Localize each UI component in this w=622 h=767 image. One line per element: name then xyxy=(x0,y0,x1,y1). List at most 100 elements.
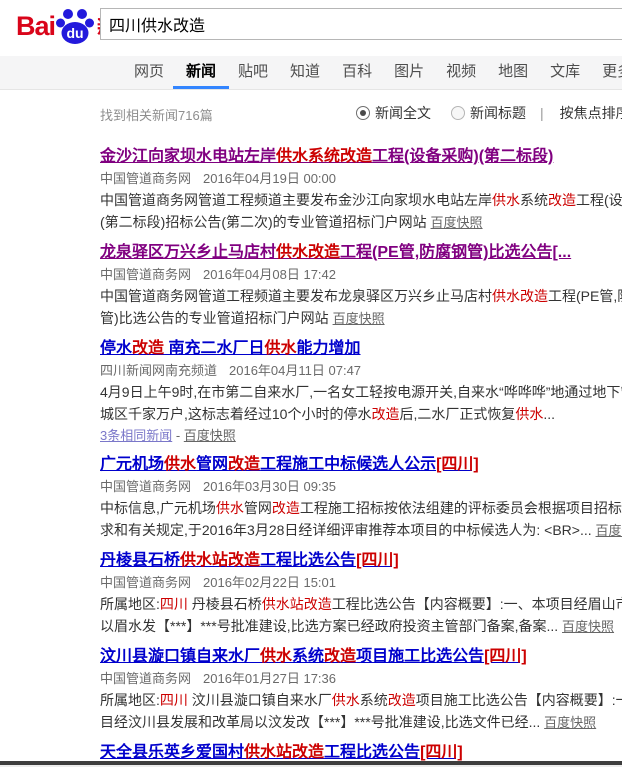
title-text: 停水 xyxy=(100,340,132,357)
highlight-term: 供水 xyxy=(264,340,296,357)
title-text: 工程(设备采购)(第二标段) xyxy=(372,148,553,165)
nav-tab-3[interactable]: 贴吧 xyxy=(238,56,268,89)
result-meta: 中国管道商务网2016年04月08日 17:42 xyxy=(100,265,622,284)
filter-separator: | xyxy=(540,105,544,121)
nav-tab-7[interactable]: 视频 xyxy=(446,56,476,89)
highlight-term: [四川] xyxy=(484,648,527,665)
logo-bai-text: Bai xyxy=(16,11,55,42)
nav-tab-10[interactable]: 更多 xyxy=(602,56,622,89)
result-title-link[interactable]: 天全县乐英乡爱国村供水站改造工程比选公告[四川] xyxy=(100,742,622,763)
snippet-text: 汶川县漩口镇自来水厂 xyxy=(188,692,332,708)
baidu-snapshot-link[interactable]: 百度快照 xyxy=(544,715,596,730)
result-title-link[interactable]: 广元机场供水管网改造工程施工中标候选人公示[四川] xyxy=(100,454,622,475)
radio-title-label[interactable]: 新闻标题 xyxy=(470,103,526,123)
separator-dash: - xyxy=(172,428,184,443)
snippet-text: 所属地区: xyxy=(100,596,160,612)
sort-by-focus-link[interactable]: 按焦点排序 xyxy=(560,103,622,123)
title-text: 项目施工比选公告 xyxy=(356,648,484,665)
radio-title-icon[interactable] xyxy=(451,106,465,120)
result-snippet-line: 中国管道商务网管道工程频道主要发布龙泉驿区万兴乡止马店村供水改造工程(PE管,防… xyxy=(100,285,622,307)
results-list: 金沙江向家坝水电站左岸供水系统改造工程(设备采购)(第二标段)中国管道商务网20… xyxy=(100,146,622,767)
baidu-snapshot-link[interactable]: 百度快照 xyxy=(333,311,385,326)
result-date: 2016年01月27日 17:36 xyxy=(203,671,336,686)
result-source: 中国管道商务网 xyxy=(100,171,191,186)
highlight-term: 供水 xyxy=(492,192,520,208)
snippet-text: 所属地区: xyxy=(100,692,160,708)
highlight-term: 供水 xyxy=(260,648,292,665)
highlight-term: 供水站 xyxy=(244,744,292,761)
nav-tab-9[interactable]: 文库 xyxy=(550,56,580,89)
result-snippet-line: 以眉水发【***】***号批准建设,比选方案已经政府投资主管部门备案,备案...… xyxy=(100,615,622,638)
nav-tab-6[interactable]: 图片 xyxy=(394,56,424,89)
nav-tabs: 网页新闻贴吧知道百科图片视频地图文库更多 xyxy=(0,56,622,89)
snippet-text: ... xyxy=(543,406,555,422)
snippet-text: 以眉水发【***】***号批准建设,比选方案已经政府投资主管部门备案,备案... xyxy=(100,618,562,634)
baidu-snapshot-link[interactable]: 百度快照 xyxy=(184,428,236,443)
title-text: 丹棱县石桥 xyxy=(100,552,180,569)
search-input[interactable] xyxy=(100,8,622,40)
title-text: 天全县乐英乡爱国村 xyxy=(100,744,244,761)
baidu-paw-icon: du xyxy=(55,6,95,46)
highlight-term: [四川] xyxy=(356,552,399,569)
nav-tab-8[interactable]: 地图 xyxy=(498,56,528,89)
title-text: 能力增加 xyxy=(297,340,361,357)
snippet-text: 管网 xyxy=(244,500,272,516)
highlight-term: 改造 xyxy=(324,648,356,665)
snippet-text: 后,二水厂正式恢复 xyxy=(399,406,515,422)
baidu-snapshot-link[interactable]: 百度快照 xyxy=(431,215,483,230)
highlight-term: 供水 xyxy=(216,500,244,516)
result-title-link[interactable]: 金沙江向家坝水电站左岸供水系统改造工程(设备采购)(第二标段) xyxy=(100,146,622,167)
result-snippet-line: 4月9日上午9时,在市第二自来水厂,一名女工轻按电源开关,自来水“哗哗哗”地通过… xyxy=(100,381,622,403)
title-text: 工程比选公告 xyxy=(324,744,420,761)
result-source: 中国管道商务网 xyxy=(100,479,191,494)
highlight-term: 供水 xyxy=(515,406,543,422)
snippet-text: 工程(设备采 xyxy=(576,192,622,208)
nav-tab-4[interactable]: 知道 xyxy=(290,56,320,89)
result-links-line: 3条相同新闻 - 百度快照 xyxy=(100,425,622,446)
result-snippet-line: 管)比选公告的专业管道招标门户网站 百度快照 xyxy=(100,307,622,330)
snippet-text: 求和有关规定,于2016年3月28日经详细评审推荐本项目的中标候选人为: <BR… xyxy=(100,522,596,538)
highlight-term: 供水 xyxy=(164,456,196,473)
snippet-text: 城区千家万户,这标志着经过10个小时的停水 xyxy=(100,406,371,422)
snippet-text: 管)比选公告的专业管道招标门户网站 xyxy=(100,310,333,326)
title-text: 汶川县漩口镇自来水厂 xyxy=(100,648,260,665)
result-source: 四川新闻网南充频道 xyxy=(100,363,217,378)
snippet-text: 项目施工比选公告【内容概要】:一、 xyxy=(416,692,622,708)
result-meta: 中国管道商务网2016年02月22日 15:01 xyxy=(100,573,622,592)
snippet-text: 中国管道商务网管道工程频道主要发布龙泉驿区万兴乡止马店村 xyxy=(100,288,492,304)
result-meta: 中国管道商务网2016年03月30日 09:35 xyxy=(100,477,622,496)
same-news-link[interactable]: 3条相同新闻 xyxy=(100,428,172,443)
radio-fulltext-label[interactable]: 新闻全文 xyxy=(375,103,431,123)
snippet-text: 工程比选公告【内容概要】:一、本项目经眉山市水 xyxy=(332,596,622,612)
highlight-term: [四川] xyxy=(420,744,463,761)
baidu-snapshot-link[interactable]: 百度快照 xyxy=(596,523,622,538)
baidu-news-search-page: Bai du 新闻 网页新闻贴吧知道百科图片视频地图文库更多 找到相关新闻716… xyxy=(0,0,622,767)
result-item: 停水改造 南充二水厂日供水能力增加四川新闻网南充频道2016年04月11日 07… xyxy=(100,338,622,446)
title-text: 系统 xyxy=(292,648,324,665)
title-text: 金沙江向家坝水电站左岸 xyxy=(100,148,276,165)
highlight-term: 供水站 xyxy=(180,552,228,569)
result-title-link[interactable]: 停水改造 南充二水厂日供水能力增加 xyxy=(100,338,622,359)
result-title-link[interactable]: 汶川县漩口镇自来水厂供水系统改造项目施工比选公告[四川] xyxy=(100,646,622,667)
highlight-term: 改造 xyxy=(228,552,260,569)
nav-tab-1[interactable]: 网页 xyxy=(134,56,164,89)
highlight-term: 供水改造 xyxy=(276,244,340,261)
snippet-text: 4月9日上午9时,在市第二自来水厂,一名女工轻按电源开关,自来水“哗哗哗”地通过… xyxy=(100,384,622,400)
result-item: 金沙江向家坝水电站左岸供水系统改造工程(设备采购)(第二标段)中国管道商务网20… xyxy=(100,146,622,234)
result-title-link[interactable]: 龙泉驿区万兴乡止马店村供水改造工程(PE管,防腐钢管)比选公告[... xyxy=(100,242,622,263)
result-snippet-line: 目经汶川县发展和改革局以汶发改【***】***号批准建设,比选文件已经... 百… xyxy=(100,711,622,734)
nav-bar: 网页新闻贴吧知道百科图片视频地图文库更多 xyxy=(0,56,622,90)
snippet-text: (第二标段)招标公告(第二次)的专业管道招标门户网站 xyxy=(100,214,431,230)
nav-tab-5[interactable]: 百科 xyxy=(342,56,372,89)
highlight-term: 供水改造 xyxy=(492,288,548,304)
result-snippet-line: 所属地区:四川 丹棱县石桥供水站改造工程比选公告【内容概要】:一、本项目经眉山市… xyxy=(100,593,622,615)
result-title-link[interactable]: 丹棱县石桥供水站改造工程比选公告[四川] xyxy=(100,550,622,571)
snippet-text: 工程(PE管,防腐钢 xyxy=(548,288,622,304)
highlight-term: 改造 xyxy=(340,148,372,165)
result-source: 中国管道商务网 xyxy=(100,267,191,282)
results-toolbar: 找到相关新闻716篇 新闻全文 新闻标题 | 按焦点排序 xyxy=(0,103,622,123)
baidu-snapshot-link[interactable]: 百度快照 xyxy=(562,619,614,634)
radio-fulltext-selected-icon[interactable] xyxy=(356,106,370,120)
highlight-term: 供水 xyxy=(332,692,360,708)
nav-tab-2[interactable]: 新闻 xyxy=(186,56,216,89)
